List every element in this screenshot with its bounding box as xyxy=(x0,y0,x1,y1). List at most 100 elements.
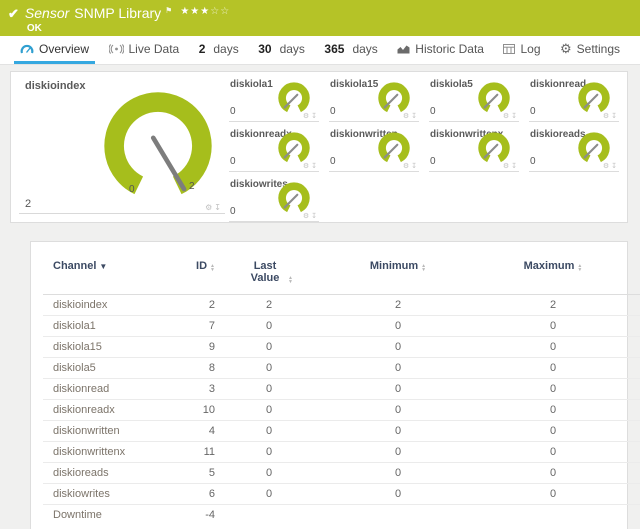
log-icon xyxy=(503,44,515,54)
edit-channel-button[interactable] xyxy=(633,400,640,421)
channel-gauge-value: 0 xyxy=(230,106,236,117)
min-cell: 0 xyxy=(323,463,473,484)
tab-label: days xyxy=(213,42,238,56)
main-gauge-value: 2 xyxy=(25,198,31,210)
gauge-gear-icon[interactable]: ⚙ xyxy=(303,162,309,170)
tab-historic-data[interactable]: Historic Data xyxy=(391,36,490,64)
gauge-gear-icon[interactable]: ⚙ xyxy=(503,162,509,170)
tab-label: days xyxy=(352,42,377,56)
gauge-icon xyxy=(20,44,34,54)
tab-number: 365 xyxy=(324,42,344,56)
channel-gauge-diskiola1[interactable]: diskiola1 0 ⚙ ↧ xyxy=(227,74,327,124)
last-cell: 0 xyxy=(215,442,323,463)
gauge-pin-icon[interactable]: ↧ xyxy=(311,212,317,220)
edit-channel-button[interactable] xyxy=(633,421,640,442)
gauge-gear-icon[interactable]: ⚙ xyxy=(205,203,212,212)
gauge-gear-icon[interactable]: ⚙ xyxy=(403,162,409,170)
edit-channel-button[interactable] xyxy=(633,379,640,400)
edit-channel-button[interactable] xyxy=(633,463,640,484)
edit-channel-button[interactable] xyxy=(633,337,640,358)
last-cell: 0 xyxy=(215,484,323,505)
tab-days[interactable]: 30days xyxy=(252,36,311,64)
gauge-pin-icon[interactable]: ↧ xyxy=(311,112,317,120)
status-badge: OK xyxy=(27,23,230,34)
gauge-gear-icon[interactable]: ⚙ xyxy=(403,112,409,120)
main-gauge-dial xyxy=(83,88,233,200)
id-cell: 6 xyxy=(173,484,215,505)
last-cell: 0 xyxy=(215,337,323,358)
priority-stars[interactable]: ★★★☆☆ xyxy=(180,4,230,20)
gauge-pin-icon[interactable]: ↧ xyxy=(411,162,417,170)
gauge-gear-icon[interactable]: ⚙ xyxy=(503,112,509,120)
edit-channel-button[interactable] xyxy=(633,442,640,463)
channel-gauge-diskionread[interactable]: diskionread 0 ⚙ ↧ xyxy=(527,74,627,124)
sort-icon: ▲▼ xyxy=(288,276,293,284)
edit-channel-button[interactable] xyxy=(633,316,640,337)
channel-gauge-label: diskiola15 xyxy=(330,79,378,90)
channel-gauge-diskiola5[interactable]: diskiola5 0 ⚙ ↧ xyxy=(427,74,527,124)
tab-label: Live Data xyxy=(129,42,180,56)
gauge-pin-icon[interactable]: ↧ xyxy=(311,162,317,170)
tab-overview[interactable]: Overview xyxy=(14,36,95,64)
flag-icon[interactable]: ⚑ xyxy=(165,3,172,19)
gauge-pin-icon[interactable]: ↧ xyxy=(411,112,417,120)
gauge-pin-icon[interactable]: ↧ xyxy=(214,203,221,212)
gauge-pin-icon[interactable]: ↧ xyxy=(611,112,617,120)
channel-gauge-diskionwritten[interactable]: diskionwritten 0 ⚙ ↧ xyxy=(327,124,427,174)
column-header-minimum[interactable]: Minimum▲▼ xyxy=(323,252,473,295)
channel-cell: diskiowrites xyxy=(43,484,173,505)
id-cell: 10 xyxy=(173,400,215,421)
tab-live-data[interactable]: Live Data xyxy=(103,36,186,64)
edit-channel-button[interactable] xyxy=(633,358,640,379)
column-header-id[interactable]: ID▲▼ xyxy=(173,252,215,295)
channel-cell: diskionreadx xyxy=(43,400,173,421)
main-gauge-scale-min: 0 xyxy=(129,184,135,195)
max-cell xyxy=(473,505,633,526)
channel-gauge-diskionreadx[interactable]: diskionreadx 0 ⚙ ↧ xyxy=(227,124,327,174)
channel-gauge-value: 0 xyxy=(230,206,236,217)
channel-gauge-diskionwrittenx[interactable]: diskionwrittenx 0 ⚙ ↧ xyxy=(427,124,527,174)
channel-gauge-diskiowrites[interactable]: diskiowrites 0 ⚙ ↧ xyxy=(227,174,327,224)
max-cell: 0 xyxy=(473,421,633,442)
edit-channel-button[interactable] xyxy=(633,505,640,526)
id-cell: 11 xyxy=(173,442,215,463)
channel-gauge-value: 0 xyxy=(430,156,436,167)
stars-empty: ☆☆ xyxy=(210,6,230,17)
edit-channel-button[interactable] xyxy=(633,484,640,505)
max-cell: 0 xyxy=(473,442,633,463)
id-cell: 8 xyxy=(173,358,215,379)
last-cell: 0 xyxy=(215,316,323,337)
main-gauge-cell[interactable]: diskioindex 0 2 2 ⚙ ↧ xyxy=(11,72,227,222)
table-row-diskiola5: diskiola58000 xyxy=(43,358,640,379)
gauge-pin-icon[interactable]: ↧ xyxy=(611,162,617,170)
column-label: Channel xyxy=(53,260,96,272)
gauge-gear-icon[interactable]: ⚙ xyxy=(303,212,309,220)
gauge-pin-icon[interactable]: ↧ xyxy=(511,112,517,120)
channel-gauge-diskioreads[interactable]: diskioreads 0 ⚙ ↧ xyxy=(527,124,627,174)
tab-days[interactable]: 2days xyxy=(193,36,245,64)
gauge-gear-icon[interactable]: ⚙ xyxy=(603,112,609,120)
channel-cell: diskionwritten xyxy=(43,421,173,442)
id-cell: 4 xyxy=(173,421,215,442)
channel-gauge-value: 0 xyxy=(330,156,336,167)
column-header-channel[interactable]: Channel▼ xyxy=(43,252,173,295)
gauge-gear-icon[interactable]: ⚙ xyxy=(603,162,609,170)
tab-log[interactable]: Log xyxy=(497,36,546,64)
max-cell: 0 xyxy=(473,316,633,337)
object-kind-label: Sensor xyxy=(25,5,69,21)
tab-label: Settings xyxy=(577,42,620,56)
column-header-maximum[interactable]: Maximum▲▼ xyxy=(473,252,633,295)
tab-settings[interactable]: ⚙Settings xyxy=(554,36,626,64)
table-row-diskioindex: diskioindex2222 xyxy=(43,295,640,316)
channel-gauge-value: 0 xyxy=(430,106,436,117)
edit-channel-button[interactable] xyxy=(633,295,640,316)
gauge-pin-icon[interactable]: ↧ xyxy=(511,162,517,170)
column-header-last-value[interactable]: Last Value▲▼ xyxy=(215,252,323,295)
tab-days[interactable]: 365 days xyxy=(318,36,383,64)
max-cell: 0 xyxy=(473,463,633,484)
channel-gauge-diskiola15[interactable]: diskiola15 0 ⚙ ↧ xyxy=(327,74,427,124)
sort-icon: ▲▼ xyxy=(421,264,426,272)
column-label: Minimum xyxy=(370,260,418,272)
gauge-gear-icon[interactable]: ⚙ xyxy=(303,112,309,120)
tab-label: Log xyxy=(520,42,540,56)
